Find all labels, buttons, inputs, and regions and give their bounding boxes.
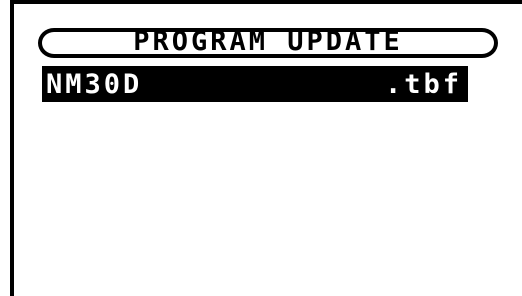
file-extension: .tbf — [384, 68, 462, 100]
lcd-screen: PROGRAM UPDATE NM30D .tbf — [0, 0, 522, 296]
file-list-item-selected[interactable]: NM30D .tbf — [42, 66, 468, 102]
title-bar: PROGRAM UPDATE — [38, 28, 498, 58]
page-title: PROGRAM UPDATE — [133, 25, 403, 57]
file-name: NM30D — [46, 68, 143, 100]
